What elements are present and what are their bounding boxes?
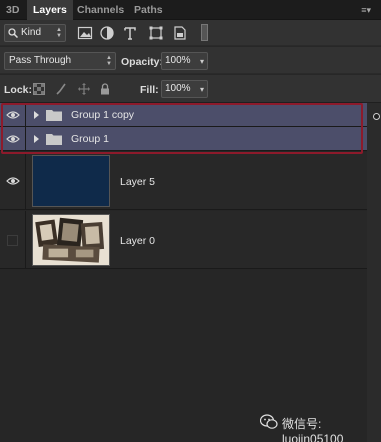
select-arrows-icon: ▲ ▼ <box>106 55 112 67</box>
fill-field[interactable]: 100% ▾ <box>161 80 208 98</box>
filter-kind-select[interactable]: Kind ▲ ▼ <box>4 24 66 42</box>
tab-paths[interactable]: Paths <box>134 0 163 20</box>
lock-image-pixels-icon[interactable] <box>55 83 67 95</box>
fill-label: Fill: <box>140 84 159 96</box>
lock-position-icon[interactable] <box>78 83 90 95</box>
chevron-down-icon[interactable]: ▾ <box>200 82 204 98</box>
eye-icon <box>6 177 20 185</box>
opacity-value: 100% <box>165 55 191 66</box>
layer-name[interactable]: Layer 0 <box>120 235 155 247</box>
visibility-toggle[interactable] <box>0 152 26 209</box>
panel-menu-icon[interactable]: ≡▾ <box>361 6 371 15</box>
hidden-visibility-box <box>7 235 18 246</box>
filter-toggle-switch[interactable] <box>201 24 208 41</box>
select-arrows-icon: ▲ ▼ <box>56 27 62 39</box>
filter-kind-label: Kind <box>21 27 42 38</box>
layer-name[interactable]: Layer 5 <box>120 176 155 188</box>
photo-thumbnail <box>32 214 110 266</box>
layers-scrollbar[interactable] <box>367 103 381 442</box>
blend-row: Pass Through ▲ ▼ Opacity: 100% ▾ <box>0 47 381 74</box>
watermark-text: 微信号: luojin05100 <box>282 417 344 442</box>
tab-layers[interactable]: Layers <box>27 0 73 20</box>
opacity-label: Opacity: <box>121 56 164 68</box>
image-filter-icon[interactable] <box>77 25 93 41</box>
smart-object-filter-icon[interactable] <box>172 25 188 41</box>
lock-row: Lock: Fill: 100% ▾ <box>0 75 381 103</box>
opacity-field[interactable]: 100% ▾ <box>161 52 208 70</box>
fill-value: 100% <box>165 83 191 94</box>
lock-label: Lock: <box>4 84 33 96</box>
wechat-icon <box>260 414 278 429</box>
layer-thumbnail <box>32 155 110 207</box>
scroll-handle-icon[interactable] <box>373 113 380 120</box>
panel-tab-bar: 3D Layers Channels Paths ≡▾ <box>0 0 381 20</box>
blend-mode-value: Pass Through <box>9 55 72 66</box>
layer-row-layer-5[interactable]: Layer 5 <box>0 152 367 210</box>
tab-3d[interactable]: 3D <box>6 0 19 20</box>
visibility-toggle[interactable] <box>0 211 26 268</box>
adjustment-filter-icon[interactable] <box>99 25 115 41</box>
blend-mode-select[interactable]: Pass Through ▲ ▼ <box>4 52 116 70</box>
type-filter-icon[interactable] <box>122 25 138 41</box>
lock-transparent-pixels-icon[interactable] <box>33 83 45 95</box>
lock-all-icon[interactable] <box>99 83 111 95</box>
filter-row: Kind ▲ ▼ <box>0 20 381 46</box>
selection-highlight-box <box>1 103 363 154</box>
layer-row-layer-0[interactable]: Layer 0 <box>0 211 367 269</box>
shape-filter-icon[interactable] <box>148 25 164 41</box>
search-icon <box>8 28 18 38</box>
tab-channels[interactable]: Channels <box>77 0 124 20</box>
chevron-down-icon[interactable]: ▾ <box>200 54 204 70</box>
